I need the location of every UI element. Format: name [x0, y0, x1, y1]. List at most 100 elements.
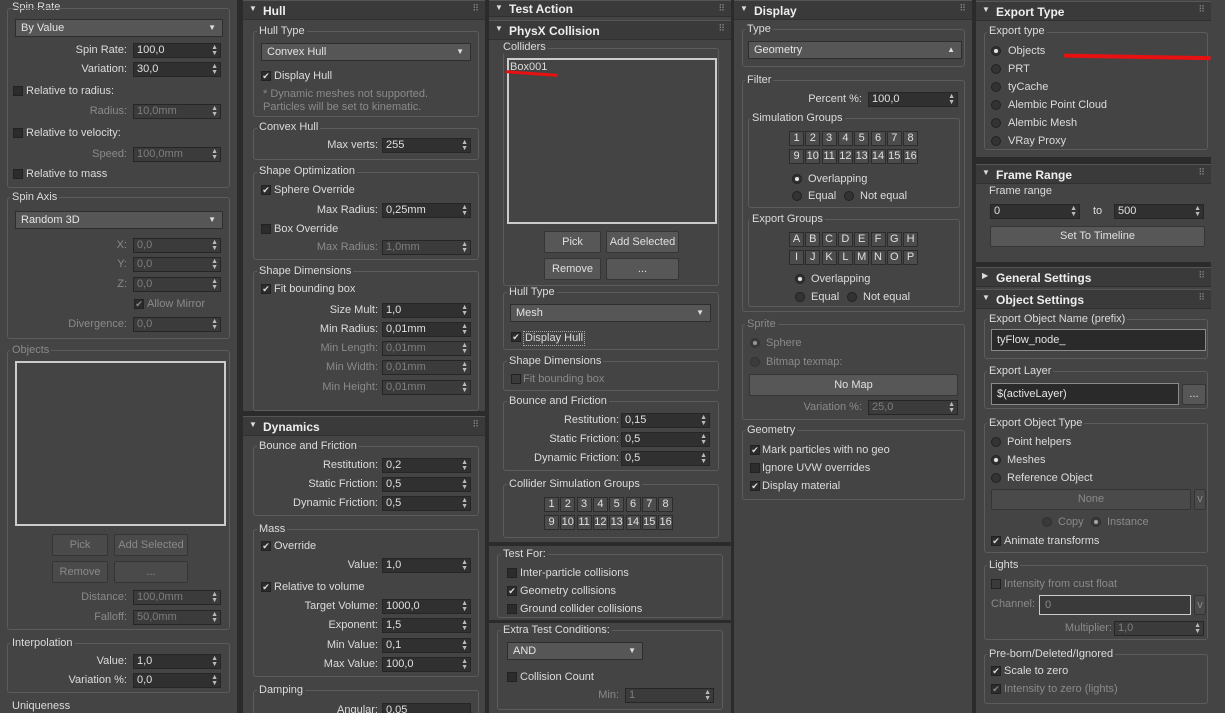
- dynamic-friction-spinner[interactable]: 0,5 ▲ ▼: [621, 451, 710, 466]
- colliders-list[interactable]: [507, 58, 717, 224]
- export-group-toggle[interactable]: B: [805, 232, 821, 247]
- export-group-toggle[interactable]: L: [837, 250, 853, 265]
- spinner-arrows-icon[interactable]: ▲ ▼: [461, 241, 468, 254]
- sphere-override-checkbox[interactable]: ✔: [261, 185, 271, 195]
- spinner-arrows-icon[interactable]: ▲ ▼: [461, 323, 468, 336]
- relative-mass-checkbox[interactable]: [13, 169, 23, 179]
- max-radius2-spinner[interactable]: 1,0mm ▲ ▼: [382, 240, 471, 255]
- exp-overlapping-radio[interactable]: [795, 274, 805, 284]
- spinner-arrows-icon[interactable]: ▲ ▼: [211, 105, 218, 118]
- multiplier-spinner[interactable]: 1,0 ▲ ▼: [1114, 621, 1204, 636]
- spinner-arrows-icon[interactable]: ▲ ▼: [211, 591, 218, 604]
- x-spinner[interactable]: 0,0 ▲ ▼: [133, 238, 221, 253]
- relative-radius-checkbox[interactable]: [13, 86, 23, 96]
- spinner-arrows-icon[interactable]: ▲ ▼: [461, 361, 468, 374]
- sim-group-toggle[interactable]: 13: [854, 149, 870, 164]
- spinner-arrows-icon[interactable]: ▲ ▼: [211, 148, 218, 161]
- intensity-zero-checkbox[interactable]: ✔: [991, 684, 1001, 694]
- objects-list[interactable]: [15, 361, 226, 526]
- export-type-radio[interactable]: [991, 46, 1001, 56]
- point-helpers-radio[interactable]: [991, 437, 1001, 447]
- fit-bbox-checkbox[interactable]: ✔: [261, 284, 271, 294]
- geometry-collisions-checkbox[interactable]: ✔: [507, 586, 517, 596]
- instance-radio[interactable]: [1091, 517, 1101, 527]
- reference-none-button[interactable]: None: [991, 489, 1191, 510]
- set-to-timeline-button[interactable]: Set To Timeline: [990, 226, 1205, 247]
- remove-button[interactable]: Remove: [52, 561, 108, 583]
- mass-value-spinner[interactable]: 1,0 ▲ ▼: [382, 558, 471, 573]
- frame-from-spinner[interactable]: 0 ▲ ▼: [990, 204, 1080, 219]
- general-settings-header[interactable]: ▶ General Settings ⠿: [976, 267, 1211, 287]
- copy-radio[interactable]: [1042, 517, 1052, 527]
- angular-spinner[interactable]: 0,05: [382, 703, 471, 713]
- spinner-arrows-icon[interactable]: ▲ ▼: [700, 452, 707, 465]
- sim-group-toggle[interactable]: 15: [886, 149, 902, 164]
- export-type-radio[interactable]: [991, 136, 1001, 146]
- sprite-variation-spinner[interactable]: 25,0 ▲ ▼: [868, 400, 958, 415]
- dynamics-rollout-header[interactable]: ▼ Dynamics ⠿: [243, 416, 485, 436]
- panel-scrollbar[interactable]: [1211, 0, 1225, 713]
- sphere-radio[interactable]: [750, 338, 760, 348]
- spinner-arrows-icon[interactable]: ▲ ▼: [211, 63, 218, 76]
- export-group-toggle[interactable]: P: [903, 250, 919, 265]
- drag-handle-icon[interactable]: ⠿: [1198, 4, 1205, 15]
- spinner-arrows-icon[interactable]: ▲ ▼: [211, 278, 218, 291]
- collider-group-toggle[interactable]: 7: [641, 497, 657, 512]
- export-group-toggle[interactable]: D: [837, 232, 853, 247]
- intensity-cust-checkbox[interactable]: [991, 579, 1001, 589]
- spinner-arrows-icon[interactable]: ▲ ▼: [1070, 205, 1077, 218]
- export-type-radio[interactable]: [991, 118, 1001, 128]
- max-verts-spinner[interactable]: 255 ▲ ▼: [382, 138, 471, 153]
- y-spinner[interactable]: 0,0 ▲ ▼: [133, 257, 221, 272]
- spinner-arrows-icon[interactable]: ▲ ▼: [211, 655, 218, 668]
- add-selected-button[interactable]: Add Selected: [606, 231, 679, 253]
- spin-mode-dropdown[interactable]: By Value ▼: [15, 19, 223, 37]
- drag-handle-icon[interactable]: ⠿: [718, 3, 725, 14]
- drag-handle-icon[interactable]: ⠿: [1198, 270, 1205, 281]
- sim-group-toggle[interactable]: 9: [789, 149, 804, 164]
- display-hull-checkbox[interactable]: ✔: [511, 332, 521, 342]
- channel-pick-button[interactable]: v: [1194, 595, 1206, 615]
- collider-group-toggle[interactable]: 3: [576, 497, 592, 512]
- spinner-arrows-icon[interactable]: ▲ ▼: [211, 674, 218, 687]
- export-group-toggle[interactable]: C: [821, 232, 837, 247]
- exp-equal-radio[interactable]: [795, 292, 805, 302]
- min-spinner[interactable]: 1 ▲ ▼: [625, 688, 714, 703]
- collider-group-toggle[interactable]: 10: [560, 515, 576, 530]
- override-checkbox[interactable]: ✔: [261, 541, 271, 551]
- spinner-arrows-icon[interactable]: ▲ ▼: [461, 304, 468, 317]
- export-group-toggle[interactable]: I: [789, 250, 804, 265]
- export-type-radio[interactable]: [991, 82, 1001, 92]
- export-group-toggle[interactable]: M: [854, 250, 870, 265]
- restitution-spinner[interactable]: 0,15 ▲ ▼: [621, 413, 710, 428]
- spinner-arrows-icon[interactable]: ▲ ▼: [211, 318, 218, 331]
- drag-handle-icon[interactable]: ⠿: [1198, 167, 1205, 178]
- bitmap-radio[interactable]: [750, 357, 760, 367]
- spinner-arrows-icon[interactable]: ▲ ▼: [461, 497, 468, 510]
- sim-group-toggle[interactable]: 3: [821, 131, 837, 146]
- percent-spinner[interactable]: 100,0 ▲ ▼: [868, 92, 958, 107]
- static-friction-spinner[interactable]: 0,5 ▲ ▼: [621, 432, 710, 447]
- dynamic-friction-spinner[interactable]: 0,5 ▲ ▼: [382, 496, 471, 511]
- test-action-header[interactable]: ▼ Test Action ⠿: [489, 0, 731, 17]
- falloff-spinner[interactable]: 50,0mm ▲ ▼: [133, 610, 221, 625]
- min-width-spinner[interactable]: 0,01mm ▲ ▼: [382, 360, 471, 375]
- export-group-toggle[interactable]: O: [886, 250, 902, 265]
- sim-group-toggle[interactable]: 14: [870, 149, 886, 164]
- spinner-arrows-icon[interactable]: ▲ ▼: [211, 44, 218, 57]
- export-group-toggle[interactable]: N: [870, 250, 886, 265]
- export-name-input[interactable]: tyFlow_node_: [991, 329, 1206, 351]
- reference-pick-button[interactable]: v: [1194, 489, 1206, 510]
- meshes-radio[interactable]: [991, 455, 1001, 465]
- distance-spinner[interactable]: 100,0mm ▲ ▼: [133, 590, 221, 605]
- spinner-arrows-icon[interactable]: ▲ ▼: [1194, 205, 1201, 218]
- spinner-arrows-icon[interactable]: ▲ ▼: [461, 639, 468, 652]
- collider-group-toggle[interactable]: 5: [609, 497, 625, 512]
- collider-group-toggle[interactable]: 13: [609, 515, 625, 530]
- frame-to-spinner[interactable]: 500 ▲ ▼: [1114, 204, 1204, 219]
- spinner-arrows-icon[interactable]: ▲ ▼: [211, 239, 218, 252]
- export-layer-browse-button[interactable]: ...: [1182, 384, 1206, 405]
- object-settings-header[interactable]: ▼ Object Settings ⠿: [976, 289, 1211, 309]
- relative-velocity-checkbox[interactable]: [13, 128, 23, 138]
- export-group-toggle[interactable]: F: [870, 232, 886, 247]
